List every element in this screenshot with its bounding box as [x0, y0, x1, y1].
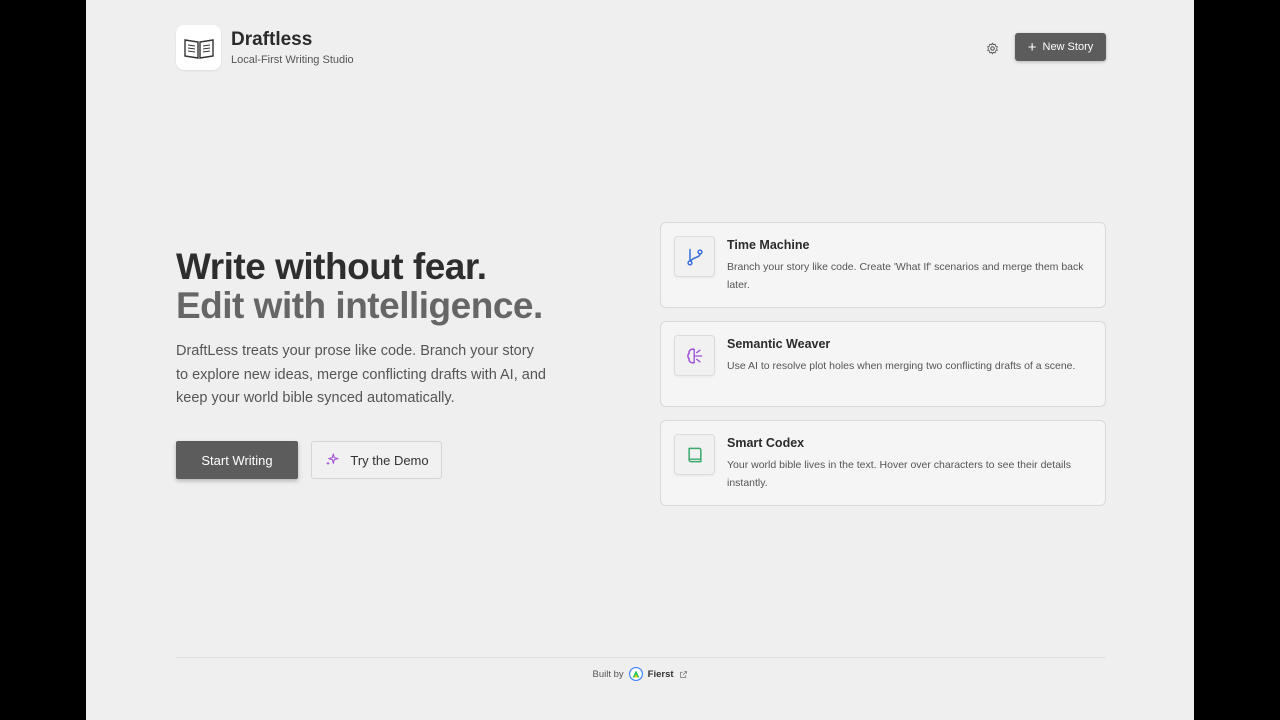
- sparkles-icon: [326, 453, 339, 466]
- fierst-logo-icon: [628, 667, 643, 681]
- card-icon-box: [674, 335, 715, 376]
- footer-divider: [176, 657, 1106, 658]
- hero-subheadline: Edit with intelligence.: [176, 285, 543, 326]
- try-demo-button[interactable]: Try the Demo: [311, 441, 442, 479]
- feature-card-time-machine: Time Machine Branch your story like code…: [660, 222, 1106, 308]
- footer: Built by Fierst: [86, 667, 1194, 681]
- external-link-icon[interactable]: [679, 670, 688, 679]
- feature-title: Time Machine: [727, 238, 810, 252]
- brand-name: Draftless: [231, 29, 313, 50]
- landing-page: Draftless Local-First Writing Studio + N…: [86, 0, 1194, 720]
- plus-icon: +: [1027, 38, 1037, 56]
- feature-description: Use AI to resolve plot holes when mergin…: [727, 360, 1076, 372]
- feature-title: Semantic Weaver: [727, 337, 831, 351]
- feature-description: Your world bible lives in the text. Hove…: [727, 459, 1071, 489]
- feature-card-smart-codex: Smart Codex Your world bible lives in th…: [660, 420, 1106, 506]
- new-story-label: New Story: [1042, 41, 1094, 53]
- card-icon-box: [674, 236, 715, 277]
- try-demo-label: Try the Demo: [350, 452, 429, 468]
- settings-button[interactable]: [982, 38, 1002, 58]
- new-story-button[interactable]: + New Story: [1015, 33, 1106, 61]
- book-icon: [687, 447, 702, 462]
- hero-description: DraftLess treats your prose like code. B…: [176, 343, 546, 406]
- brand-tagline: Local-First Writing Studio: [231, 54, 354, 66]
- built-by-label: Built by: [592, 668, 624, 680]
- start-writing-button[interactable]: Start Writing: [176, 441, 298, 479]
- gear-icon: [986, 42, 998, 54]
- open-book-icon: [183, 38, 214, 59]
- feature-description: Branch your story like code. Create 'Wha…: [727, 261, 1084, 291]
- card-icon-box: [674, 434, 715, 475]
- feature-card-semantic-weaver: Semantic Weaver Use AI to resolve plot h…: [660, 321, 1106, 407]
- brain-icon: [686, 347, 702, 364]
- fierst-link[interactable]: Fierst: [648, 669, 674, 680]
- hero-headline: Write without fear.: [176, 246, 487, 287]
- feature-title: Smart Codex: [727, 436, 805, 450]
- git-branch-icon: [686, 248, 703, 266]
- logo[interactable]: [176, 25, 221, 70]
